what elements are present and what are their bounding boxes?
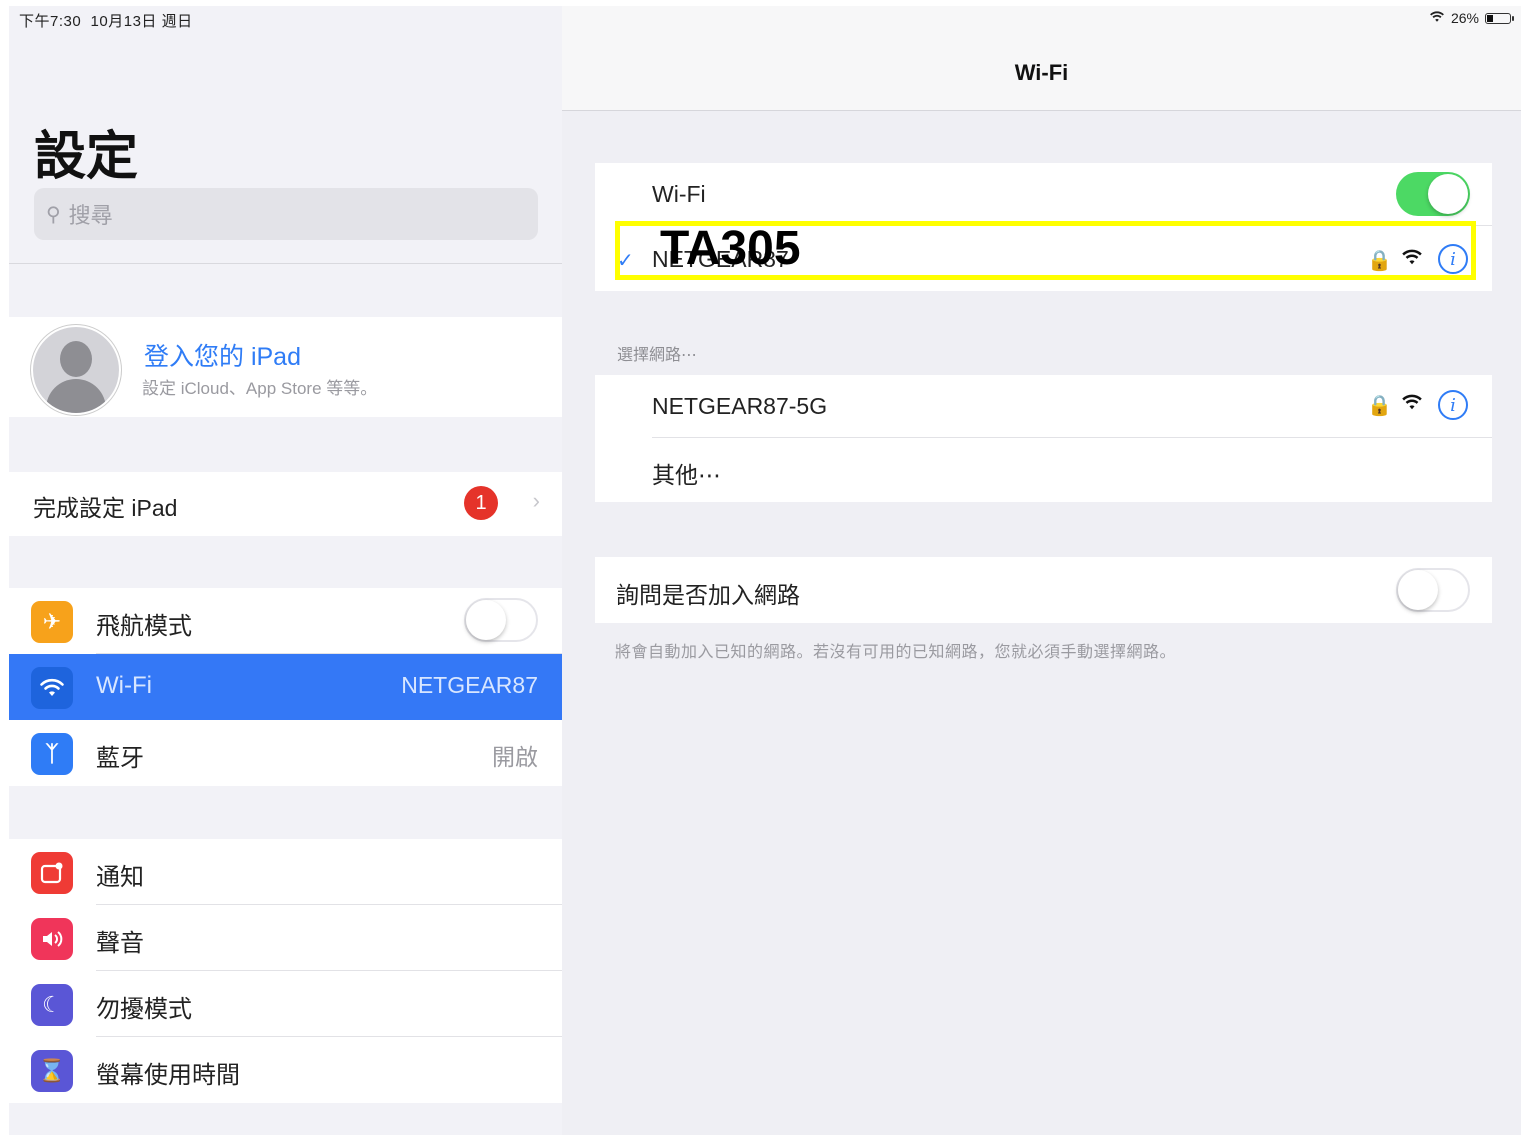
sidebar-item-label: 聲音 <box>96 930 144 957</box>
sound-icon <box>31 918 73 960</box>
wifi-icon <box>31 667 73 709</box>
networks-list: NETGEAR87-5G 🔒 i 其他⋯ <box>595 375 1492 502</box>
info-icon[interactable]: i <box>1438 390 1468 420</box>
moon-icon: ☾ <box>31 984 73 1026</box>
sidebar-item-label: Wi-Fi <box>96 672 152 699</box>
ask-to-join-group: 詢問是否加入網路 <box>595 557 1492 623</box>
sidebar-item-do-not-disturb[interactable]: ☾ 勿擾模式 <box>9 971 562 1037</box>
sidebar-item-label: 藍牙 <box>96 745 144 772</box>
divider <box>9 263 562 264</box>
nav-title: Wi-Fi <box>1014 60 1069 85</box>
wifi-label: Wi-Fi <box>652 181 706 207</box>
wifi-toggle-row: Wi-Fi <box>595 163 1492 225</box>
wifi-signal-icon <box>1401 394 1423 417</box>
notification-badge: 1 <box>464 486 498 520</box>
other-network-label: 其他⋯ <box>652 462 721 488</box>
status-time-date: 下午7:30 10月13日 週日 <box>19 10 193 31</box>
other-network-row[interactable]: 其他⋯ <box>595 438 1492 502</box>
airplane-mode-toggle[interactable] <box>464 598 538 642</box>
signin-subtitle: 設定 iCloud、App Store 等等。 <box>142 379 378 398</box>
sidebar-item-airplane-mode[interactable]: ✈ 飛航模式 <box>9 588 562 654</box>
status-right: 26% <box>1429 10 1514 26</box>
sidebar-item-bluetooth[interactable]: ᛉ 藍牙 開啟 <box>9 720 562 786</box>
ask-to-join-label: 詢問是否加入網路 <box>616 582 800 608</box>
sidebar-item-label: 通知 <box>96 864 144 891</box>
bluetooth-icon: ᛉ <box>31 733 73 775</box>
search-input[interactable]: ⚲ 搜尋 <box>34 188 538 240</box>
sidebar-item-label: 螢幕使用時間 <box>96 1062 240 1089</box>
network-name: NETGEAR87-5G <box>652 393 828 419</box>
sidebar-item-label: 勿擾模式 <box>96 996 192 1023</box>
wifi-toggle[interactable] <box>1396 172 1470 216</box>
search-placeholder: 搜尋 <box>68 203 113 228</box>
hourglass-icon: ⌛ <box>31 1050 73 1092</box>
status-time: 下午7:30 <box>19 13 82 30</box>
footer-note: 將會自動加入已知的網路。若沒有可用的已知網路，您就必須手動選擇網路。 <box>615 644 1177 661</box>
wifi-detail-pane: 26% Wi-Fi Wi-Fi ✓ NETGEAR87 🔒 i 選擇網路⋯ NE… <box>562 6 1521 1135</box>
sidebar-item-value: NETGEAR87 <box>401 672 538 698</box>
sidebar-item-notifications[interactable]: 通知 <box>9 839 562 905</box>
apple-id-signin[interactable]: 登入您的 iPad 設定 iCloud、App Store 等等。 <box>9 317 562 417</box>
ipad-screen: 下午7:30 10月13日 週日 設定 ⚲ 搜尋 登入您的 iPad 設定 iC… <box>9 6 1521 1135</box>
ask-to-join-toggle[interactable] <box>1396 568 1470 612</box>
sidebar-item-wifi[interactable]: Wi-Fi NETGEAR87 <box>9 654 562 720</box>
sidebar-item-sounds[interactable]: 聲音 <box>9 905 562 971</box>
navigation-bar: 26% Wi-Fi <box>562 6 1521 111</box>
airplane-icon: ✈ <box>31 601 73 643</box>
section-header: 選擇網路⋯ <box>617 347 698 364</box>
page-title: 設定 <box>34 128 139 186</box>
status-wifi-icon <box>1429 10 1445 26</box>
sidebar-item-value: 開啟 <box>492 744 538 770</box>
finish-setup-label: 完成設定 iPad <box>33 495 178 521</box>
status-date: 10月13日 週日 <box>90 13 193 30</box>
avatar <box>31 325 121 415</box>
notifications-icon <box>31 852 73 894</box>
lock-icon: 🔒 <box>1367 395 1392 417</box>
settings-sidebar: 下午7:30 10月13日 週日 設定 ⚲ 搜尋 登入您的 iPad 設定 iC… <box>9 6 563 1135</box>
annotation-label: TA305 <box>660 222 801 275</box>
search-icon: ⚲ <box>46 203 61 226</box>
sidebar-item-screen-time[interactable]: ⌛ 螢幕使用時間 <box>9 1037 562 1103</box>
battery-percent: 26% <box>1450 10 1479 26</box>
chevron-right-icon: › <box>532 488 540 513</box>
network-row[interactable]: NETGEAR87-5G 🔒 i <box>595 375 1492 437</box>
sidebar-item-label: 飛航模式 <box>96 613 192 640</box>
battery-icon <box>1485 12 1514 24</box>
signin-title: 登入您的 iPad <box>144 343 301 371</box>
finish-setup-row[interactable]: 完成設定 iPad 1 › <box>9 472 562 536</box>
